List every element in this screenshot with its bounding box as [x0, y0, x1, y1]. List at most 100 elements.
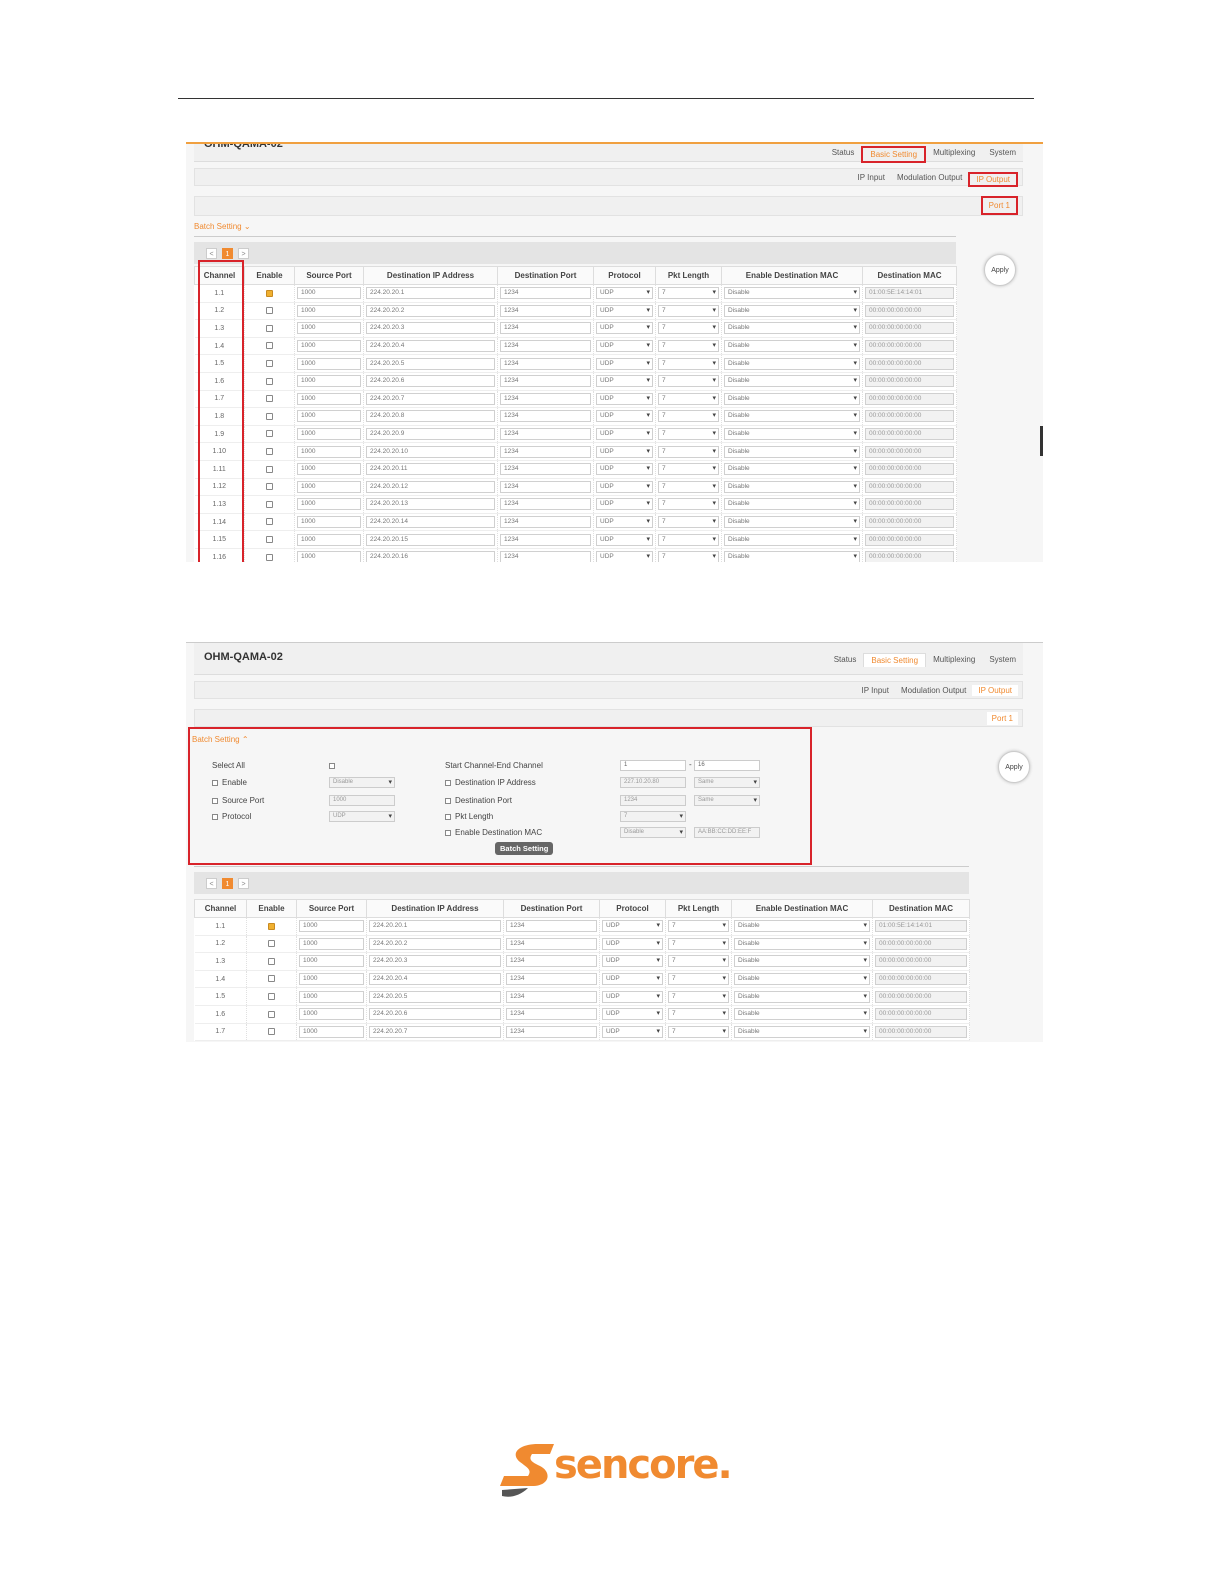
enable-checkbox[interactable]: [268, 922, 275, 930]
tab-system[interactable]: System: [982, 653, 1023, 667]
source-port-input[interactable]: 1000: [297, 428, 361, 441]
pkt-length-select[interactable]: 7: [668, 937, 729, 950]
batch-dest-port-input[interactable]: 1234: [620, 795, 686, 806]
source-port-input[interactable]: 1000: [297, 551, 361, 562]
batch-enable-select[interactable]: Disable: [329, 777, 395, 788]
pkt-length-select[interactable]: 7: [668, 1025, 729, 1038]
dest-ip-input[interactable]: 224.20.20.7: [366, 392, 495, 405]
dest-port-input[interactable]: 1234: [500, 516, 591, 529]
enable-mac-select[interactable]: Disable: [724, 287, 860, 300]
dest-ip-input[interactable]: 224.20.20.13: [366, 498, 495, 511]
dest-ip-input[interactable]: 224.20.20.6: [366, 375, 495, 388]
batch-mac-input[interactable]: AA:BB:CC:DD:EE:F: [694, 827, 760, 838]
protocol-select[interactable]: UDP: [602, 1008, 663, 1021]
dest-port-input[interactable]: 1234: [500, 304, 591, 317]
pkt-length-select[interactable]: 7: [668, 973, 729, 986]
enable-mac-select[interactable]: Disable: [724, 357, 860, 370]
dest-port-input[interactable]: 1234: [500, 340, 591, 353]
batch-enable-mac-select[interactable]: Disable: [620, 827, 686, 838]
source-port-input[interactable]: 1000: [297, 498, 361, 511]
pkt-length-select[interactable]: 7: [658, 480, 719, 493]
protocol-select[interactable]: UDP: [596, 322, 653, 335]
subtab-modulation-output[interactable]: Modulation Output: [895, 685, 972, 696]
batch-protocol-checkbox[interactable]: [212, 813, 218, 820]
tab-port-1[interactable]: Port 1: [980, 196, 1018, 215]
source-port-input[interactable]: 1000: [297, 445, 361, 458]
protocol-select[interactable]: UDP: [602, 973, 663, 986]
pkt-length-select[interactable]: 7: [658, 428, 719, 441]
protocol-select[interactable]: UDP: [602, 990, 663, 1003]
source-port-input[interactable]: 1000: [299, 990, 364, 1003]
batch-protocol-select[interactable]: UDP: [329, 811, 395, 822]
batch-setting-button[interactable]: Batch Setting: [495, 842, 554, 855]
dest-port-input[interactable]: 1234: [500, 463, 591, 476]
enable-checkbox[interactable]: [268, 993, 275, 1000]
enable-checkbox[interactable]: [268, 1028, 275, 1036]
enable-checkbox[interactable]: [266, 324, 273, 332]
protocol-select[interactable]: UDP: [602, 1025, 663, 1038]
enable-mac-select[interactable]: Disable: [724, 322, 860, 335]
enable-mac-select[interactable]: Disable: [724, 304, 860, 317]
batch-pkt-length-checkbox[interactable]: [445, 813, 451, 820]
pkt-length-select[interactable]: 7: [658, 463, 719, 476]
dest-ip-input[interactable]: 224.20.20.5: [366, 357, 495, 370]
enable-mac-select[interactable]: Disable: [724, 392, 860, 405]
prev-page-button[interactable]: <: [206, 878, 217, 889]
enable-checkbox[interactable]: [266, 465, 273, 473]
enable-mac-select[interactable]: Disable: [734, 990, 870, 1003]
pkt-length-select[interactable]: 7: [658, 551, 719, 562]
source-port-input[interactable]: 1000: [297, 340, 361, 353]
source-port-input[interactable]: 1000: [297, 410, 361, 423]
tab-basic-setting[interactable]: Basic Setting: [861, 146, 927, 163]
subtab-modulation-output[interactable]: Modulation Output: [891, 172, 968, 187]
dest-ip-input[interactable]: 224.20.20.7: [369, 1025, 501, 1038]
pkt-length-select[interactable]: 7: [668, 1008, 729, 1021]
dest-ip-input[interactable]: 224.20.20.16: [366, 551, 495, 562]
select-all-checkbox[interactable]: [329, 763, 335, 769]
enable-mac-select[interactable]: Disable: [724, 551, 860, 562]
protocol-select[interactable]: UDP: [596, 410, 653, 423]
pkt-length-select[interactable]: 7: [668, 955, 729, 968]
enable-checkbox[interactable]: [266, 289, 273, 297]
dest-ip-input[interactable]: 224.20.20.8: [366, 410, 495, 423]
enable-mac-select[interactable]: Disable: [724, 516, 860, 529]
enable-checkbox[interactable]: [266, 518, 273, 526]
pkt-length-select[interactable]: 7: [658, 287, 719, 300]
tab-status[interactable]: Status: [825, 146, 862, 163]
dest-ip-input[interactable]: 224.20.20.11: [366, 463, 495, 476]
page-1-button[interactable]: 1: [222, 248, 233, 259]
protocol-select[interactable]: UDP: [596, 428, 653, 441]
dest-port-input[interactable]: 1234: [506, 955, 597, 968]
enable-mac-select[interactable]: Disable: [724, 498, 860, 511]
protocol-select[interactable]: UDP: [602, 937, 663, 950]
enable-checkbox[interactable]: [266, 377, 273, 385]
pkt-length-select[interactable]: 7: [668, 920, 729, 933]
enable-mac-select[interactable]: Disable: [734, 1025, 870, 1038]
enable-mac-select[interactable]: Disable: [734, 973, 870, 986]
source-port-input[interactable]: 1000: [297, 392, 361, 405]
dest-port-input[interactable]: 1234: [500, 287, 591, 300]
source-port-input[interactable]: 1000: [299, 973, 364, 986]
enable-mac-select[interactable]: Disable: [734, 920, 870, 933]
apply-button[interactable]: Apply: [998, 751, 1030, 783]
dest-ip-input[interactable]: 224.20.20.9: [366, 428, 495, 441]
dest-ip-input[interactable]: 224.20.20.1: [366, 287, 495, 300]
source-port-input[interactable]: 1000: [297, 463, 361, 476]
enable-checkbox[interactable]: [266, 342, 273, 350]
enable-checkbox[interactable]: [266, 483, 273, 491]
pkt-length-select[interactable]: 7: [658, 445, 719, 458]
dest-port-input[interactable]: 1234: [500, 322, 591, 335]
dest-port-input[interactable]: 1234: [500, 410, 591, 423]
tab-port-1[interactable]: Port 1: [986, 712, 1018, 725]
protocol-select[interactable]: UDP: [596, 551, 653, 562]
enable-checkbox[interactable]: [266, 500, 273, 508]
dest-port-input[interactable]: 1234: [500, 375, 591, 388]
dest-port-input[interactable]: 1234: [506, 1025, 597, 1038]
dest-ip-input[interactable]: 224.20.20.15: [366, 533, 495, 546]
tab-multiplexing[interactable]: Multiplexing: [926, 653, 982, 667]
pkt-length-select[interactable]: 7: [658, 304, 719, 317]
batch-enable-mac-checkbox[interactable]: [445, 829, 451, 836]
dest-port-input[interactable]: 1234: [500, 551, 591, 562]
dest-ip-input[interactable]: 224.20.20.1: [369, 920, 501, 933]
source-port-input[interactable]: 1000: [297, 375, 361, 388]
